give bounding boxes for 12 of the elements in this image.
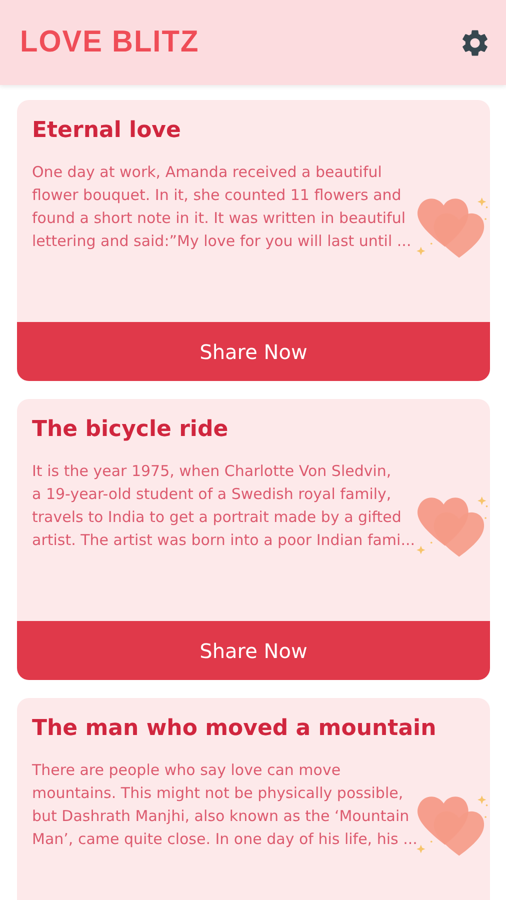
- hearts-drawing: [416, 495, 488, 557]
- share-button[interactable]: Share Now: [17, 621, 490, 680]
- story-excerpt: One day at work, Amanda received a beautiful flower bouquet. In it, she counted 11 flowers and found a short note in it. It was written in beautiful lettering and said:”My love for you will last until ...: [32, 162, 412, 252]
- story-title: The man who moved a mountain: [32, 716, 438, 741]
- app-logo: LOVE BLITZ: [20, 25, 200, 60]
- hearts-drawing: [416, 196, 488, 258]
- story-title: The bicycle ride: [32, 417, 230, 442]
- hearts-drawing: [416, 794, 488, 856]
- share-button[interactable]: Share Now: [17, 322, 490, 381]
- story-title: Eternal love: [32, 118, 182, 143]
- story-excerpt: There are people who say love can move mountains. This might not be physically possible, but Dashrath Manjhi, also known as the ‘Mountain Man’, came quite close. In one day of his life, his ...: [32, 760, 418, 850]
- story-excerpt: It is the year 1975, when Charlotte Von Sledvin, a 19-year-old student of a Swedish royal family, travels to India to get a portrait made by a gifted artist. The artist was born into a poor Indian fami...: [32, 461, 416, 551]
